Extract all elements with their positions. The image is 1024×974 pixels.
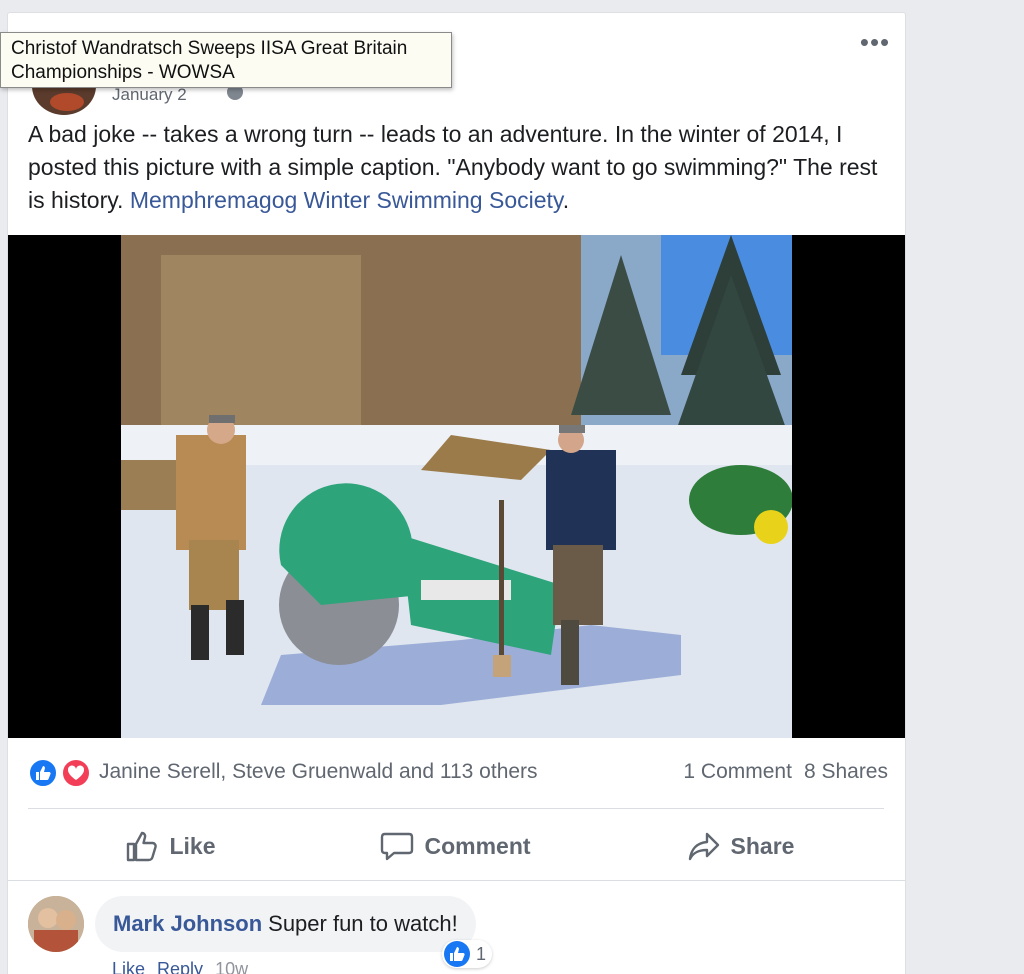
comment-meta: Like Reply 10w: [112, 959, 260, 974]
share-button[interactable]: Share: [598, 818, 883, 874]
share-icon: [688, 832, 719, 861]
engagement-counts: 1 Comment 8 Shares: [671, 760, 888, 784]
post-text: A bad joke -- takes a wrong turn -- lead…: [28, 118, 888, 217]
comment-reaction-count: 1: [476, 943, 487, 964]
thumbs-up-icon: [127, 831, 158, 862]
comment-time[interactable]: 10w: [215, 959, 248, 974]
post-text-end: .: [562, 187, 570, 213]
comment-icon: [381, 832, 414, 861]
like-button-label: Like: [169, 832, 216, 859]
like-reaction-icon[interactable]: [28, 758, 58, 788]
photo-container[interactable]: [8, 235, 905, 738]
comment-reply-link[interactable]: Reply: [157, 959, 203, 974]
commenter-avatar[interactable]: [28, 896, 84, 952]
photo-icon: [121, 235, 792, 738]
post-photo[interactable]: [121, 235, 792, 738]
comment-reaction-badge[interactable]: 1: [442, 940, 493, 968]
comments-divider: [8, 880, 905, 881]
comment-like-link[interactable]: Like: [112, 959, 145, 974]
divider: [28, 808, 884, 809]
comment-author[interactable]: Mark Johnson: [113, 911, 262, 937]
comments-count[interactable]: 1 Comment: [683, 760, 792, 783]
post-card: January 2 ••• A bad joke -- takes a wron…: [7, 12, 906, 974]
shares-count[interactable]: 8 Shares: [804, 760, 888, 783]
share-button-label: Share: [730, 832, 795, 859]
page-link[interactable]: Memphremagog Winter Swimming Society: [130, 187, 563, 213]
post-date[interactable]: January 2: [112, 85, 187, 105]
reactions-bar: Janine Serell, Steve Gruenwald and 113 o…: [28, 758, 888, 790]
comment-bubble: Mark Johnson Super fun to watch!: [95, 896, 476, 952]
like-button[interactable]: Like: [28, 818, 313, 874]
reactors-summary[interactable]: Janine Serell, Steve Gruenwald and 113 o…: [99, 760, 538, 784]
comment-button-label: Comment: [424, 832, 531, 859]
link-tooltip: Christof Wandratsch Sweeps IISA Great Br…: [0, 32, 452, 88]
action-bar: Like Comment Share: [28, 818, 884, 874]
like-reaction-icon: [444, 941, 470, 967]
comment-button[interactable]: Comment: [313, 818, 598, 874]
more-options-icon[interactable]: •••: [858, 29, 892, 57]
love-reaction-icon[interactable]: [61, 758, 91, 788]
comment-text: Super fun to watch!: [268, 911, 458, 936]
